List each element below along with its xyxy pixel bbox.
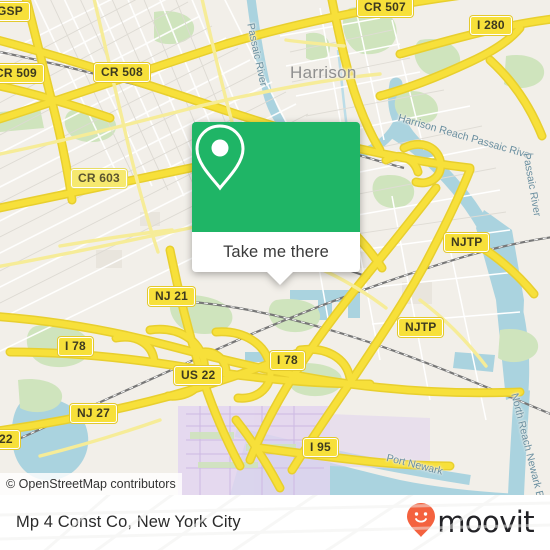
callout-icon-area bbox=[192, 122, 360, 232]
map-shield-22[interactable]: 22 bbox=[0, 430, 20, 449]
map-canvas[interactable]: Passaic River Harrison Reach Passaic Riv… bbox=[0, 0, 550, 495]
map-shield-i-95[interactable]: I 95 bbox=[303, 438, 338, 457]
map-shield-nj-21[interactable]: NJ 21 bbox=[148, 287, 196, 306]
map-shield-gsp[interactable]: GSP bbox=[0, 2, 30, 21]
moovit-wordmark: moovit bbox=[437, 505, 534, 539]
location-callout[interactable]: Take me there bbox=[192, 122, 360, 285]
moovit-map-page: Passaic River Harrison Reach Passaic Riv… bbox=[0, 0, 550, 550]
map-shield-njtp-upper[interactable]: NJTP bbox=[444, 233, 490, 252]
moovit-pin-icon bbox=[406, 502, 436, 543]
callout-pointer bbox=[267, 272, 293, 285]
osm-attribution[interactable]: © OpenStreetMap contributors bbox=[0, 473, 182, 495]
footer-bar: Mp 4 Const Co, New York City moovit bbox=[0, 495, 550, 550]
moovit-logo[interactable]: moovit bbox=[406, 502, 535, 543]
map-shield-njtp-lower[interactable]: NJTP bbox=[398, 318, 444, 337]
map-shield-i-78-east[interactable]: I 78 bbox=[270, 351, 305, 370]
take-me-there-button[interactable]: Take me there bbox=[192, 232, 360, 272]
take-me-there-label: Take me there bbox=[223, 242, 329, 261]
page-title: Mp 4 Const Co, New York City bbox=[16, 513, 241, 531]
map-shield-us-22[interactable]: US 22 bbox=[174, 366, 223, 385]
map-shield-cr-603[interactable]: CR 603 bbox=[71, 169, 127, 188]
map-shield-cr-509[interactable]: CR 509 bbox=[0, 64, 44, 83]
map-shield-i-78-west[interactable]: I 78 bbox=[58, 337, 93, 356]
map-shield-nj-27[interactable]: NJ 27 bbox=[70, 404, 118, 423]
map-label-harrison: Harrison bbox=[290, 63, 357, 82]
map-shield-cr-508[interactable]: CR 508 bbox=[94, 63, 150, 82]
map-shield-i-280[interactable]: I 280 bbox=[470, 16, 512, 35]
map-shield-cr-507[interactable]: CR 507 bbox=[357, 0, 413, 17]
